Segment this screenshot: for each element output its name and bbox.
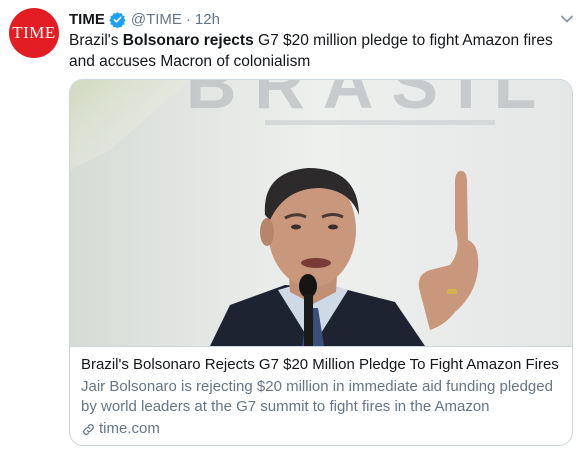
card-domain-text: time.com — [99, 420, 160, 437]
tweet-timestamp[interactable]: 12h — [195, 11, 220, 28]
link-icon — [83, 423, 94, 435]
author-handle[interactable]: @TIME — [131, 11, 182, 28]
header-separator: · — [185, 10, 191, 28]
verified-badge-icon — [109, 11, 126, 28]
card-body[interactable]: Brazil's Bolsonaro Rejects G7 $20 Millio… — [70, 346, 572, 445]
more-options-button[interactable] — [556, 8, 578, 30]
author-name[interactable]: TIME — [69, 11, 105, 28]
tweet-text-bold: Bolsonaro rejects — [122, 32, 254, 49]
image-backdrop-text: BRASIL — [186, 80, 555, 123]
tweet-header: TIME @TIME · 12h — [69, 9, 220, 29]
tweet-text-prefix: Brazil's — [69, 32, 123, 49]
card-domain[interactable]: time.com — [81, 419, 561, 439]
card-image[interactable]: BRASIL — [70, 80, 572, 346]
chevron-down-icon — [561, 15, 573, 23]
avatar-logo-text: TIME — [12, 23, 56, 42]
card-title[interactable]: Brazil's Bolsonaro Rejects G7 $20 Millio… — [81, 355, 561, 375]
tweet[interactable]: TIME TIME @TIME · 12h Brazil's Bolsonaro… — [0, 0, 588, 457]
tweet-text: Brazil's Bolsonaro rejects G7 $20 millio… — [69, 30, 574, 72]
card-description: Jair Bolsonaro is rejecting $20 million … — [81, 378, 553, 415]
link-card[interactable]: BRASIL Brazil's Bolsonaro Rejects G7 $20… — [69, 79, 573, 446]
avatar[interactable]: TIME — [9, 8, 59, 58]
